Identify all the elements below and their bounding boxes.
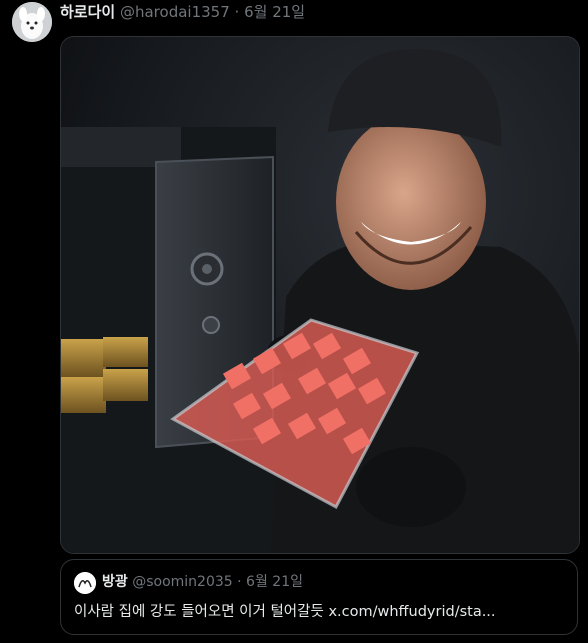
tweet-photo [61,37,579,553]
quote-body: 이사람 집에 강도 들어오면 이거 털어갈듯 [74,604,324,620]
white-dog-avatar-icon [12,2,52,42]
author-avatar[interactable] [12,2,52,42]
tweet-date[interactable]: 6월 21일 [244,3,305,21]
quote-text: 이사람 집에 강도 들어오면 이거 털어갈듯 x.com/whffudyrid/… [74,602,496,622]
quote-separator: · [237,574,242,590]
tweet-image[interactable] [60,36,580,554]
quoted-tweet[interactable]: 방광 @soomin2035 · 6월 21일 이사람 집에 강도 들어오면 이… [60,559,578,635]
quote-author-handle[interactable]: @soomin2035 [132,574,232,590]
quote-author-name[interactable]: 방광 [102,574,128,590]
author-handle[interactable]: @harodai1357 [120,3,230,21]
quote-date[interactable]: 6월 21일 [246,574,303,590]
quote-link[interactable]: x.com/whffudyrid/sta... [328,604,495,620]
quote-header: 방광 @soomin2035 · 6월 21일 [102,573,303,591]
author-name[interactable]: 하로다이 [60,3,115,21]
quote-author-avatar[interactable] [74,572,96,594]
separator: · [234,3,240,21]
doodle-avatar-icon [74,572,96,594]
tweet-header: 하로다이 @harodai1357 · 6월 21일 [60,3,305,21]
